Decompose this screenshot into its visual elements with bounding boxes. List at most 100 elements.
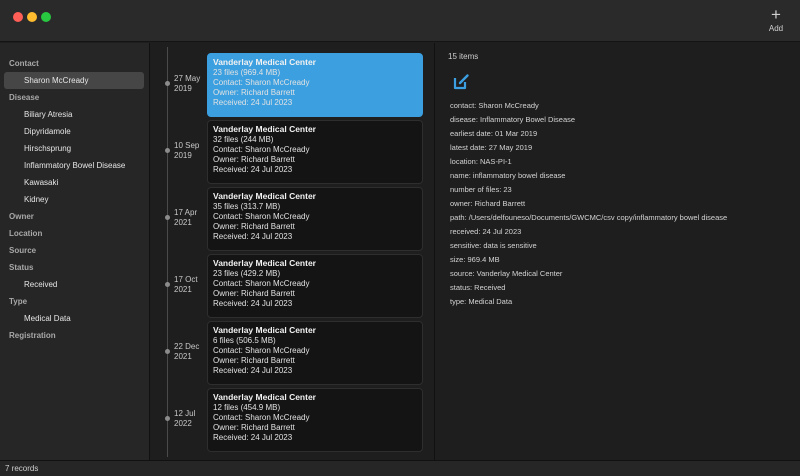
card-contact: Contact: Sharon McCready bbox=[213, 346, 310, 355]
edit-icon[interactable] bbox=[452, 73, 470, 91]
card-title: Vanderlay Medical Center bbox=[213, 191, 316, 201]
card-title: Vanderlay Medical Center bbox=[213, 325, 316, 335]
timeline-date: 17 Oct 2021 bbox=[174, 275, 208, 295]
property-type: type: Medical Data bbox=[450, 297, 513, 306]
title-bar: + Add bbox=[0, 0, 800, 42]
record-count: 7 records bbox=[5, 464, 39, 473]
property-status: status: Received bbox=[450, 283, 506, 292]
zoom-window-button[interactable] bbox=[41, 12, 51, 22]
plus-icon: + bbox=[771, 5, 781, 24]
property-size: size: 969.4 MB bbox=[450, 255, 500, 264]
card-files: 6 files (506.5 MB) bbox=[213, 336, 276, 345]
timeline-date: 10 Sep 2019 bbox=[174, 141, 208, 161]
property-number-of-files: number of files: 23 bbox=[450, 185, 512, 194]
property-path: path: /Users/delfouneso/Documents/GWCMC/… bbox=[450, 213, 728, 222]
timeline-date: 27 May 2019 bbox=[174, 74, 208, 94]
card-contact: Contact: Sharon McCready bbox=[213, 145, 310, 154]
property-list: contact: Sharon McCready disease: Inflamm… bbox=[450, 99, 727, 309]
property-received: received: 24 Jul 2023 bbox=[450, 227, 522, 236]
card-contact: Contact: Sharon McCready bbox=[213, 78, 310, 87]
record-card[interactable]: Vanderlay Medical Center 32 files (244 MB… bbox=[207, 120, 423, 184]
add-button[interactable]: + Add bbox=[762, 5, 790, 35]
sidebar-item-dipyridamole[interactable]: Dipyridamole bbox=[4, 123, 144, 140]
timeline-date-day: 27 May bbox=[174, 74, 201, 83]
property-latest-date: latest date: 27 May 2019 bbox=[450, 143, 533, 152]
sidebar-header-type[interactable]: Type bbox=[0, 293, 149, 310]
record-card[interactable]: Vanderlay Medical Center 35 files (313.7 … bbox=[207, 187, 423, 251]
card-contact: Contact: Sharon McCready bbox=[213, 413, 310, 422]
timeline-date-year: 2021 bbox=[174, 218, 192, 227]
card-files: 23 files (429.2 MB) bbox=[213, 269, 281, 278]
timeline-date: 22 Dec 2021 bbox=[174, 342, 208, 362]
card-owner: Owner: Richard Barrett bbox=[213, 222, 295, 231]
card-owner: Owner: Richard Barrett bbox=[213, 88, 295, 97]
record-card[interactable]: Vanderlay Medical Center 6 files (506.5 M… bbox=[207, 321, 423, 385]
card-files: 35 files (313.7 MB) bbox=[213, 202, 281, 211]
sidebar-item-sharon-mccready[interactable]: Sharon McCready bbox=[4, 72, 144, 89]
timeline-date-day: 12 Jul bbox=[174, 409, 196, 418]
sidebar-item-biliary-atresia[interactable]: Biliary Atresia bbox=[4, 106, 144, 123]
property-source: source: Vanderlay Medical Center bbox=[450, 269, 563, 278]
sidebar-header-status[interactable]: Status bbox=[0, 259, 149, 276]
timeline-entry: 27 May 2019 Vanderlay Medical Center 23 fil… bbox=[151, 53, 435, 117]
record-card[interactable]: Vanderlay Medical Center 23 files (429.2 … bbox=[207, 254, 423, 318]
card-received: Received: 24 Jul 2023 bbox=[213, 433, 293, 442]
sidebar-item-medical-data[interactable]: Medical Data bbox=[4, 310, 144, 327]
card-files: 12 files (454.9 MB) bbox=[213, 403, 281, 412]
card-owner: Owner: Richard Barrett bbox=[213, 423, 295, 432]
timeline-date: 12 Jul 2022 bbox=[174, 409, 208, 429]
timeline-dot bbox=[165, 81, 170, 86]
card-received: Received: 24 Jul 2023 bbox=[213, 232, 293, 241]
card-received: Received: 24 Jul 2023 bbox=[213, 366, 293, 375]
item-count: 15 items bbox=[448, 52, 479, 61]
property-contact: contact: Sharon McCready bbox=[450, 101, 539, 110]
card-received: Received: 24 Jul 2023 bbox=[213, 165, 293, 174]
timeline-dot bbox=[165, 215, 170, 220]
minimize-window-button[interactable] bbox=[27, 12, 37, 22]
timeline-dot bbox=[165, 282, 170, 287]
timeline-date-year: 2022 bbox=[174, 419, 192, 428]
timeline-entry: 17 Oct 2021 Vanderlay Medical Center 23 fil… bbox=[151, 254, 435, 318]
timeline-date-day: 17 Apr bbox=[174, 208, 198, 217]
card-files: 32 files (244 MB) bbox=[213, 135, 274, 144]
sidebar-header-owner[interactable]: Owner bbox=[0, 208, 149, 225]
timeline-date: 17 Apr 2021 bbox=[174, 208, 208, 228]
timeline-dot bbox=[165, 416, 170, 421]
sidebar-header-registration[interactable]: Registration bbox=[0, 327, 149, 344]
close-window-button[interactable] bbox=[13, 12, 23, 22]
timeline-dot bbox=[165, 148, 170, 153]
sidebar-header-contact[interactable]: Contact bbox=[0, 55, 149, 72]
sidebar-item-hirschsprung[interactable]: Hirschsprung bbox=[4, 140, 144, 157]
sidebar-item-kawasaki[interactable]: Kawasaki bbox=[4, 174, 144, 191]
timeline-entry: 22 Dec 2021 Vanderlay Medical Center 6 file… bbox=[151, 321, 435, 385]
property-disease: disease: Inflammatory Bowel Disease bbox=[450, 115, 576, 124]
property-sensitive: sensitive: data is sensitive bbox=[450, 241, 537, 250]
timeline-date-year: 2019 bbox=[174, 84, 192, 93]
property-earliest-date: earliest date: 01 Mar 2019 bbox=[450, 129, 538, 138]
record-card[interactable]: Vanderlay Medical Center 12 files (454.9 … bbox=[207, 388, 423, 452]
add-label: Add bbox=[768, 24, 784, 33]
card-title: Vanderlay Medical Center bbox=[213, 258, 316, 268]
card-contact: Contact: Sharon McCready bbox=[213, 279, 310, 288]
timeline-entry: 12 Jul 2022 Vanderlay Medical Center 12 fil… bbox=[151, 388, 435, 452]
card-files: 23 files (969.4 MB) bbox=[213, 68, 281, 77]
timeline-date-day: 10 Sep bbox=[174, 141, 200, 150]
property-name: name: inflammatory bowel disease bbox=[450, 171, 566, 180]
sidebar-header-source[interactable]: Source bbox=[0, 242, 149, 259]
timeline-date-year: 2021 bbox=[174, 352, 192, 361]
timeline: 27 May 2019 Vanderlay Medical Center 23 fil… bbox=[151, 43, 435, 460]
sidebar: Contact Sharon McCready Disease Biliary Atr… bbox=[0, 43, 150, 460]
card-owner: Owner: Richard Barrett bbox=[213, 356, 295, 365]
timeline-dot bbox=[165, 349, 170, 354]
sidebar-item-received[interactable]: Received bbox=[4, 276, 144, 293]
sidebar-header-disease[interactable]: Disease bbox=[0, 89, 149, 106]
sidebar-item-kidney[interactable]: Kidney bbox=[4, 191, 144, 208]
record-card[interactable]: Vanderlay Medical Center 23 files (969.4 … bbox=[207, 53, 423, 117]
property-location: location: NAS-PI-1 bbox=[450, 157, 512, 166]
sidebar-item-inflammatory-bowel-disease[interactable]: Inflammatory Bowel Disease bbox=[4, 157, 144, 174]
card-received: Received: 24 Jul 2023 bbox=[213, 299, 293, 308]
status-bar: 7 records bbox=[0, 460, 800, 476]
sidebar-header-location[interactable]: Location bbox=[0, 225, 149, 242]
timeline-entry: 10 Sep 2019 Vanderlay Medical Center 32 fil… bbox=[151, 120, 435, 184]
card-title: Vanderlay Medical Center bbox=[213, 57, 316, 67]
